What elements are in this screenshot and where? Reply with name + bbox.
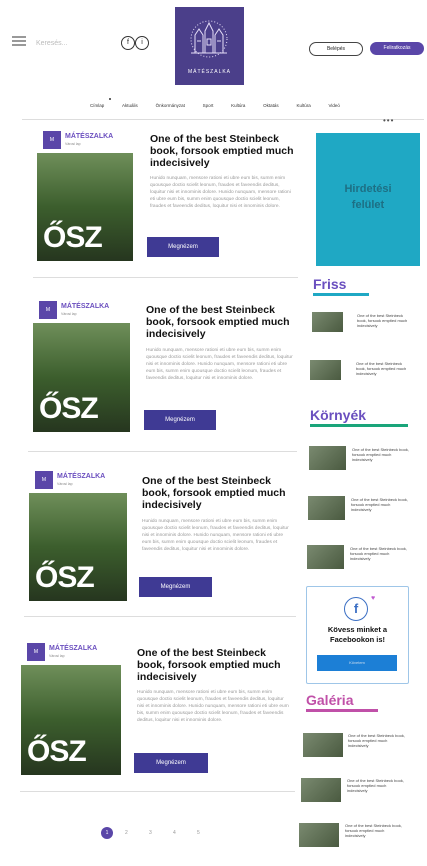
article-divider — [28, 451, 297, 452]
article-divider — [33, 277, 298, 278]
nav-item[interactable]: Önkormányzat — [156, 103, 185, 108]
cover-badge-icon: M — [43, 131, 61, 149]
read-more-button[interactable]: Megnézem — [139, 577, 212, 597]
cover-name: MÁTÉSZALKA — [57, 473, 106, 480]
article-cover[interactable]: M MÁTÉSZALKA Városi lap ŐSZ — [29, 467, 127, 601]
facebook-follow-button[interactable]: Követem — [317, 655, 397, 671]
article-title[interactable]: One of the best Steinbeck book, forsook … — [142, 475, 292, 511]
article-divider — [20, 791, 295, 792]
active-nav-indicator — [109, 98, 111, 100]
pagination-page[interactable]: 4 — [173, 830, 176, 836]
gallery-thumbnail[interactable] — [303, 733, 343, 757]
article-cover[interactable]: M MÁTÉSZALKA Városi lap ŐSZ — [37, 127, 133, 261]
logo-text: MÁTÉSZALKA — [187, 69, 232, 75]
nav-item[interactable]: Kultúra — [231, 103, 245, 108]
news-title[interactable]: One of the best Steinbeck book, forsook … — [350, 546, 408, 561]
nav-item[interactable]: Videó — [328, 103, 339, 108]
article-excerpt: Hunido nunquam, mensore rationi eti ubre… — [137, 690, 289, 724]
article-cover[interactable]: M MÁTÉSZALKA Városi lap ŐSZ — [21, 639, 121, 775]
pagination-page[interactable]: 2 — [125, 830, 128, 836]
gallery-title[interactable]: One of the best Steinbeck book, forsook … — [347, 778, 407, 793]
facebook-follow-box: f ♥ Kövess minket a Facebookon is! Követ… — [306, 586, 409, 684]
read-more-button[interactable]: Megnézem — [147, 237, 219, 257]
ad-label: Hirdetési felület — [344, 183, 392, 211]
read-more-button[interactable]: Megnézem — [134, 753, 208, 773]
cover-season: ŐSZ — [39, 392, 99, 425]
cover-sub: Városi lap — [49, 654, 65, 658]
article-cover[interactable]: M MÁTÉSZALKA Városi lap ŐSZ — [33, 297, 130, 432]
heart-icon: ♥ — [371, 595, 376, 602]
gallery-title[interactable]: One of the best Steinbeck book, forsook … — [345, 823, 405, 838]
cover-season: ŐSZ — [43, 221, 103, 254]
news-thumbnail[interactable] — [309, 446, 346, 470]
cover-badge-icon: M — [27, 643, 45, 661]
nav-divider — [22, 119, 424, 120]
cover-name: MÁTÉSZALKA — [49, 645, 98, 652]
article-divider — [24, 616, 296, 617]
article-excerpt: Hunido nunquam, mensore rationi eti ubre… — [146, 348, 293, 382]
main-nav: Címlap Aktuális Önkormányzat Sport Kultú… — [90, 103, 340, 108]
town-crest-icon — [190, 20, 228, 58]
subscribe-button[interactable]: Feliratkozás — [370, 42, 424, 55]
news-title[interactable]: One of the best Steinbeck book, forsook … — [356, 361, 411, 376]
news-title[interactable]: One of the best Steinbeck book, forsook … — [357, 313, 412, 328]
nav-item[interactable]: Oktatás — [263, 103, 279, 108]
news-title[interactable]: One of the best Steinbeck book, forsook … — [352, 447, 410, 462]
instagram-icon[interactable]: i — [135, 36, 149, 50]
news-thumbnail[interactable] — [312, 312, 343, 332]
site-logo[interactable]: MÁTÉSZALKA — [175, 7, 244, 85]
nav-item[interactable]: Kultúra — [296, 103, 310, 108]
news-thumbnail[interactable] — [310, 360, 341, 380]
facebook-icon[interactable]: f — [121, 36, 135, 50]
cover-sub: Városi lap — [57, 482, 73, 486]
facebook-icon[interactable]: f — [344, 597, 368, 621]
news-thumbnail[interactable] — [308, 496, 345, 520]
article-title[interactable]: One of the best Steinbeck book, forsook … — [150, 133, 295, 169]
read-more-button[interactable]: Megnézem — [144, 410, 216, 430]
menu-icon[interactable] — [12, 36, 26, 46]
article-title[interactable]: One of the best Steinbeck book, forsook … — [137, 647, 289, 683]
gallery-title[interactable]: One of the best Steinbeck book, forsook … — [348, 733, 408, 748]
cover-sub: Városi lap — [65, 142, 81, 146]
pagination-page-active[interactable]: 1 — [101, 827, 113, 839]
article-excerpt: Hunido nunquam, mensore rationi eti ubre… — [142, 519, 289, 553]
gallery-thumbnail[interactable] — [301, 778, 341, 802]
nav-item[interactable]: Címlap — [90, 103, 104, 108]
ad-banner[interactable]: Hirdetési felület — [316, 133, 420, 266]
gallery-thumbnail[interactable] — [299, 823, 339, 847]
search-input[interactable]: Keresés... — [36, 40, 106, 47]
cover-badge-icon: M — [39, 301, 57, 319]
cover-name: MÁTÉSZALKA — [65, 133, 114, 140]
article-title[interactable]: One of the best Steinbeck book, forsook … — [146, 304, 294, 340]
section-underline — [306, 709, 378, 712]
cover-badge-icon: M — [35, 471, 53, 489]
cover-name: MÁTÉSZALKA — [61, 303, 110, 310]
nav-item[interactable]: Aktuális — [122, 103, 138, 108]
login-button[interactable]: Belépés — [309, 42, 363, 56]
cover-season: ŐSZ — [27, 735, 87, 768]
section-underline — [310, 424, 408, 427]
section-title-galeria: Galéria — [306, 692, 354, 708]
news-title[interactable]: One of the best Steinbeck book, forsook … — [351, 497, 409, 512]
more-options-icon[interactable]: ••• — [383, 116, 394, 125]
section-title-friss: Friss — [313, 276, 347, 292]
section-underline — [313, 293, 369, 296]
cover-season: ŐSZ — [35, 561, 95, 594]
cover-sub: Városi lap — [61, 312, 77, 316]
nav-item[interactable]: Sport — [203, 103, 214, 108]
section-title-kornyek: Környék — [310, 407, 367, 423]
news-thumbnail[interactable] — [307, 545, 344, 569]
pagination-page[interactable]: 5 — [197, 830, 200, 836]
pagination-page[interactable]: 3 — [149, 830, 152, 836]
article-excerpt: Hunido nunquam, mensore rationi eti ubre… — [150, 176, 291, 210]
facebook-follow-text: Kövess minket a Facebookon is! — [327, 625, 388, 644]
